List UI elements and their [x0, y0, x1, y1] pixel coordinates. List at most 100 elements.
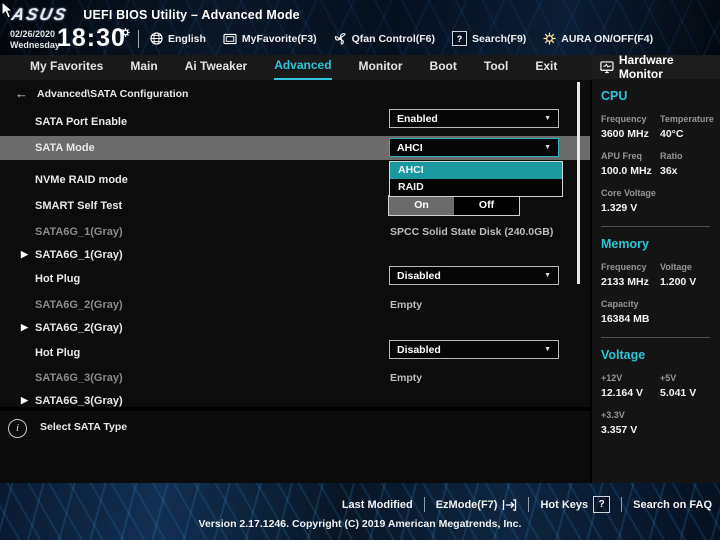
app-title: UEFI BIOS Utility – Advanced Mode	[83, 8, 300, 22]
setting-label: SATA6G_2(Gray)	[35, 298, 123, 311]
popup-option-ahci[interactable]: AHCI	[390, 162, 562, 179]
tab-my-favorites[interactable]: My Favorites	[30, 56, 103, 79]
memory-section-title: Memory	[601, 237, 649, 251]
aura-button[interactable]: AURA ON/OFF(F4)	[543, 32, 653, 45]
sata-port-enable-dropdown[interactable]: Enabled ▼	[389, 109, 559, 128]
myfavorite-label: MyFavorite(F3)	[241, 32, 317, 45]
uefi-bios-window: ASUS UEFI BIOS Utility – Advanced Mode 0…	[0, 0, 720, 540]
last-modified-label: Last Modified	[341, 498, 413, 511]
memory-capacity: Capacity 16384 MB	[601, 299, 650, 325]
help-area: i Select SATA Type	[0, 407, 590, 483]
chevron-right-icon: ▶	[21, 395, 28, 405]
drive-name: Empty	[390, 298, 423, 311]
myfavorite-button[interactable]: MyFavorite(F3)	[223, 33, 317, 45]
sata-mode-dropdown[interactable]: AHCI ▼	[389, 138, 559, 157]
ezmode-label: EzMode(F7)	[435, 498, 498, 511]
dropdown-value: Disabled	[397, 269, 441, 282]
cpu-frequency: Frequency 3600 MHz	[601, 114, 649, 140]
qfan-icon	[334, 33, 346, 45]
hot-plug-1-dropdown[interactable]: Disabled ▼	[389, 266, 559, 285]
hot-plug-2-dropdown[interactable]: Disabled ▼	[389, 340, 559, 359]
breadcrumb[interactable]: ← Advanced\SATA Configuration	[15, 86, 188, 101]
setting-label: NVMe RAID mode	[35, 173, 128, 186]
row-sata6g1-status: SATA6G_1(Gray) SPCC Solid State Disk (24…	[0, 220, 590, 243]
cpu-apu-freq: APU Freq 100.0 MHz	[601, 151, 652, 177]
dropdown-value: Disabled	[397, 343, 441, 356]
settings-scrollbar[interactable]	[577, 82, 580, 284]
hardware-monitor-panel: Hardware Monitor CPU Frequency 3600 MHz T…	[592, 53, 720, 483]
row-smart-self-test[interactable]: SMART Self Test On Off	[0, 194, 590, 217]
search-icon: ?	[452, 31, 468, 46]
dropdown-value: AHCI	[397, 141, 423, 154]
row-sata6g1-link[interactable]: ▶ SATA6G_1(Gray)	[0, 243, 590, 266]
divider	[423, 497, 425, 512]
asus-logo: ASUS	[10, 5, 70, 24]
tab-ai-tweaker[interactable]: Ai Tweaker	[185, 56, 247, 79]
tab-exit[interactable]: Exit	[535, 56, 557, 79]
breadcrumb-path: Advanced\SATA Configuration	[37, 87, 189, 100]
hardware-monitor-title: Hardware Monitor	[618, 53, 674, 81]
info-icon: i	[8, 419, 27, 438]
chevron-down-icon: ▼	[544, 346, 551, 353]
link-label: SATA6G_1(Gray)	[35, 248, 123, 261]
voltage-12v: +12V 12.164 V	[601, 373, 644, 399]
toggle-off[interactable]: Off	[454, 196, 519, 215]
aura-label: AURA ON/OFF(F4)	[561, 32, 654, 45]
myfavorite-icon	[223, 33, 237, 44]
search-on-faq-button[interactable]: Search on FAQ	[633, 499, 712, 511]
last-modified-button[interactable]: Last Modified	[342, 499, 413, 511]
back-arrow-icon[interactable]: ←	[15, 86, 28, 101]
sata-mode-popup: AHCI RAID	[389, 161, 563, 197]
memory-voltage: Voltage 1.200 V	[660, 262, 697, 288]
tab-monitor[interactable]: Monitor	[359, 56, 403, 79]
tab-main[interactable]: Main	[130, 56, 157, 79]
date-display[interactable]: 02/26/2020 Wednesday	[10, 29, 60, 51]
toggle-on[interactable]: On	[389, 196, 454, 215]
setting-label: SATA Mode	[35, 142, 95, 154]
popup-option-raid[interactable]: RAID	[390, 179, 562, 196]
cpu-section-title: CPU	[601, 89, 628, 103]
cpu-core-voltage: Core Voltage 1.329 V	[601, 188, 656, 214]
header-toolbar: English MyFavorite(F3) Qfan Control(F6) …	[150, 31, 653, 46]
qfan-label: Qfan Control(F6)	[351, 32, 436, 45]
time-settings-gear-icon[interactable]	[121, 24, 130, 42]
row-hot-plug-1[interactable]: Hot Plug Disabled ▼	[0, 266, 590, 290]
cpu-ratio: Ratio 36x	[660, 151, 683, 177]
hot-keys-button[interactable]: Hot Keys ?	[540, 496, 611, 513]
chevron-down-icon: ▼	[544, 144, 551, 151]
row-sata-port-enable[interactable]: SATA Port Enable Enabled ▼	[0, 109, 590, 133]
divider	[601, 226, 710, 227]
tab-tool[interactable]: Tool	[484, 56, 508, 79]
tab-advanced[interactable]: Advanced	[274, 55, 332, 80]
language-button[interactable]: English	[150, 32, 206, 45]
divider	[601, 337, 710, 338]
language-label: English	[168, 32, 206, 45]
tab-boot[interactable]: Boot	[430, 56, 457, 79]
search-button[interactable]: ? Search(F9)	[452, 31, 526, 46]
setting-label: Hot Plug	[35, 346, 81, 359]
hardware-monitor-header: Hardware Monitor	[592, 53, 720, 81]
top-header: ASUS UEFI BIOS Utility – Advanced Mode 0…	[0, 0, 720, 55]
monitor-icon	[600, 60, 614, 73]
row-sata-mode[interactable]: SATA Mode AHCI ▼	[0, 136, 590, 160]
link-label: SATA6G_2(Gray)	[35, 321, 123, 334]
weekday-value: Wednesday	[10, 40, 60, 50]
chevron-down-icon: ▼	[544, 272, 551, 279]
dropdown-value: Enabled	[397, 112, 438, 125]
footer: Last Modified EzMode(F7) Hot Keys ? Sear…	[0, 483, 720, 540]
smart-self-test-toggle[interactable]: On Off	[388, 195, 520, 216]
chevron-right-icon: ▶	[21, 249, 28, 259]
ezmode-button[interactable]: EzMode(F7)	[436, 499, 518, 511]
bios-version-text: Version 2.17.1246. Copyright (C) 2019 Am…	[198, 518, 522, 530]
row-sata6g2-link[interactable]: ▶ SATA6G_2(Gray)	[0, 316, 590, 339]
row-hot-plug-2[interactable]: Hot Plug Disabled ▼	[0, 340, 590, 364]
help-text: Select SATA Type	[40, 421, 128, 433]
date-value: 02/26/2020	[10, 29, 56, 39]
search-label: Search(F9)	[472, 32, 527, 45]
setting-label: SATA6G_3(Gray)	[35, 371, 123, 384]
qfan-control-button[interactable]: Qfan Control(F6)	[334, 32, 435, 45]
divider	[528, 497, 530, 512]
drive-name: SPCC Solid State Disk (240.0GB)	[390, 225, 554, 238]
drive-name: Empty	[390, 371, 423, 384]
time-display[interactable]: 18:30	[57, 24, 126, 53]
